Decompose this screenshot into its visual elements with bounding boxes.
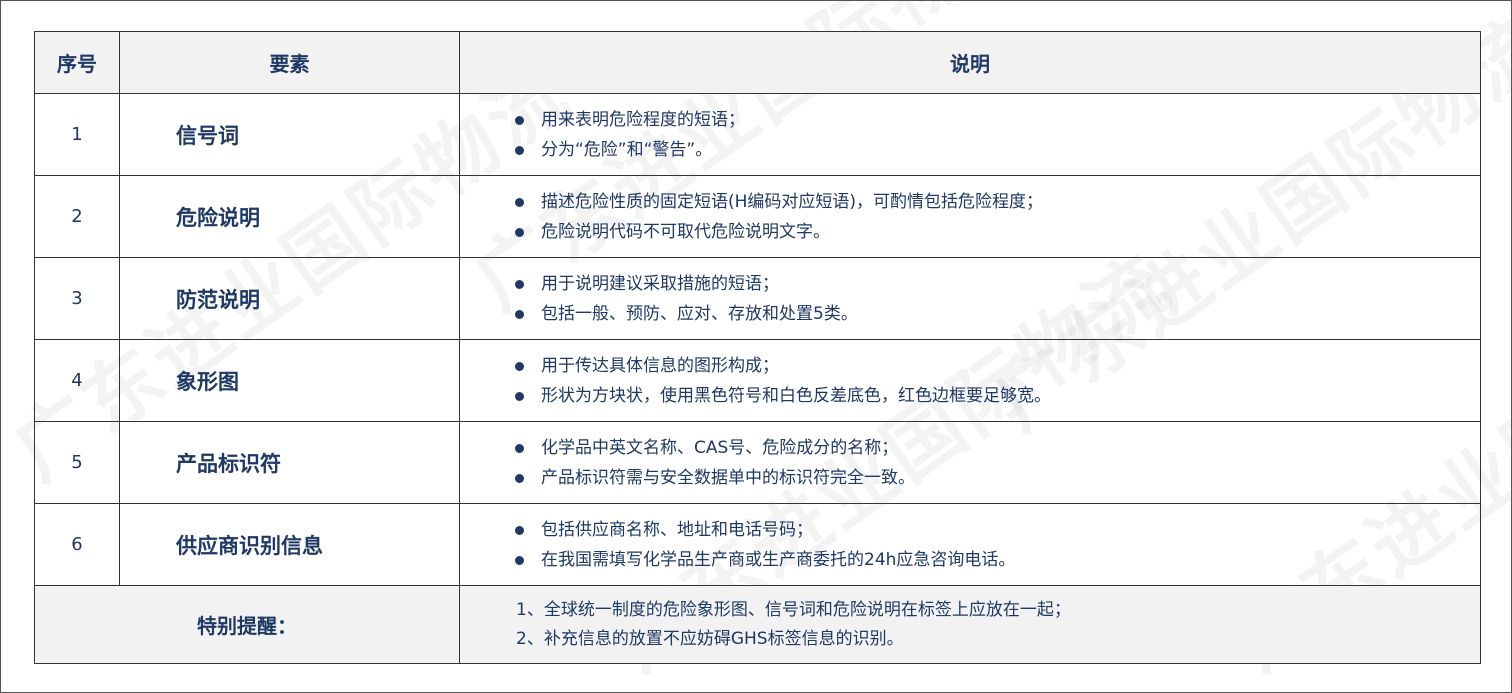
row-number: 2 — [34, 175, 120, 258]
special-note-row: 特别提醒： 1、全球统一制度的危险象形图、信号词和危险说明在标签上应放在一起； … — [34, 585, 1481, 664]
header-element: 要素 — [119, 31, 460, 94]
description-bullet: 用来表明危险程度的短语； — [515, 105, 1480, 135]
row-element: 供应商识别信息 — [119, 503, 460, 586]
table-row: 3 防范说明 用于说明建议采取措施的短语； 包括一般、预防、应对、存放和处置5类… — [34, 257, 1481, 340]
row-number: 1 — [34, 93, 120, 176]
description-bullet: 描述危险性质的固定短语(H编码对应短语)，可酌情包括危险程度； — [515, 187, 1480, 217]
table-row: 2 危险说明 描述危险性质的固定短语(H编码对应短语)，可酌情包括危险程度； 危… — [34, 175, 1481, 258]
row-element: 象形图 — [119, 339, 460, 422]
row-number: 6 — [34, 503, 120, 586]
description-bullet: 产品标识符需与安全数据单中的标识符完全一致。 — [515, 463, 1480, 493]
row-description: 包括供应商名称、地址和电话号码； 在我国需填写化学品生产商或生产商委托的24h应… — [459, 503, 1481, 586]
description-bullet: 用于说明建议采取措施的短语； — [515, 269, 1480, 299]
header-num: 序号 — [34, 31, 120, 94]
description-bullet: 分为“危险”和“警告”。 — [515, 135, 1480, 165]
row-number: 3 — [34, 257, 120, 340]
row-description: 用于说明建议采取措施的短语； 包括一般、预防、应对、存放和处置5类。 — [459, 257, 1481, 340]
note-line: 1、全球统一制度的危险象形图、信号词和危险说明在标签上应放在一起； — [516, 599, 1071, 620]
row-element: 防范说明 — [119, 257, 460, 340]
table-row: 6 供应商识别信息 包括供应商名称、地址和电话号码； 在我国需填写化学品生产商或… — [34, 503, 1481, 586]
page-frame: 广东进业国际物流 广东进业国际物流 广东进业国际物流 广东进业国际物流 广东进业… — [0, 0, 1512, 693]
row-number: 5 — [34, 421, 120, 504]
row-description: 用来表明危险程度的短语； 分为“危险”和“警告”。 — [459, 93, 1481, 176]
row-element: 信号词 — [119, 93, 460, 176]
table-row: 1 信号词 用来表明危险程度的短语； 分为“危险”和“警告”。 — [34, 93, 1481, 176]
note-line: 2、补充信息的放置不应妨碍GHS标签信息的识别。 — [516, 628, 904, 649]
description-bullet: 包括一般、预防、应对、存放和处置5类。 — [515, 299, 1480, 329]
description-bullet: 在我国需填写化学品生产商或生产商委托的24h应急咨询电话。 — [515, 545, 1480, 575]
table-row: 5 产品标识符 化学品中英文名称、CAS号、危险成分的名称； 产品标识符需与安全… — [34, 421, 1481, 504]
description-bullet: 危险说明代码不可取代危险说明文字。 — [515, 217, 1480, 247]
description-bullet: 用于传达具体信息的图形构成； — [515, 351, 1480, 381]
row-element: 产品标识符 — [119, 421, 460, 504]
special-note-label: 特别提醒： — [34, 585, 460, 664]
ghs-label-elements-table: 序号 要素 说明 1 信号词 用来表明危险程度的短语； 分为“危险”和“警告”。… — [34, 31, 1481, 664]
row-description: 用于传达具体信息的图形构成； 形状为方块状，使用黑色符号和白色反差底色，红色边框… — [459, 339, 1481, 422]
row-description: 描述危险性质的固定短语(H编码对应短语)，可酌情包括危险程度； 危险说明代码不可… — [459, 175, 1481, 258]
header-row: 序号 要素 说明 — [34, 31, 1481, 94]
special-note-body: 1、全球统一制度的危险象形图、信号词和危险说明在标签上应放在一起； 2、补充信息… — [459, 585, 1481, 664]
description-bullet: 化学品中英文名称、CAS号、危险成分的名称； — [515, 433, 1480, 463]
row-number: 4 — [34, 339, 120, 422]
table-row: 4 象形图 用于传达具体信息的图形构成； 形状为方块状，使用黑色符号和白色反差底… — [34, 339, 1481, 422]
row-description: 化学品中英文名称、CAS号、危险成分的名称； 产品标识符需与安全数据单中的标识符… — [459, 421, 1481, 504]
row-element: 危险说明 — [119, 175, 460, 258]
description-bullet: 包括供应商名称、地址和电话号码； — [515, 515, 1480, 545]
description-bullet: 形状为方块状，使用黑色符号和白色反差底色，红色边框要足够宽。 — [515, 381, 1480, 411]
header-desc: 说明 — [459, 31, 1481, 94]
